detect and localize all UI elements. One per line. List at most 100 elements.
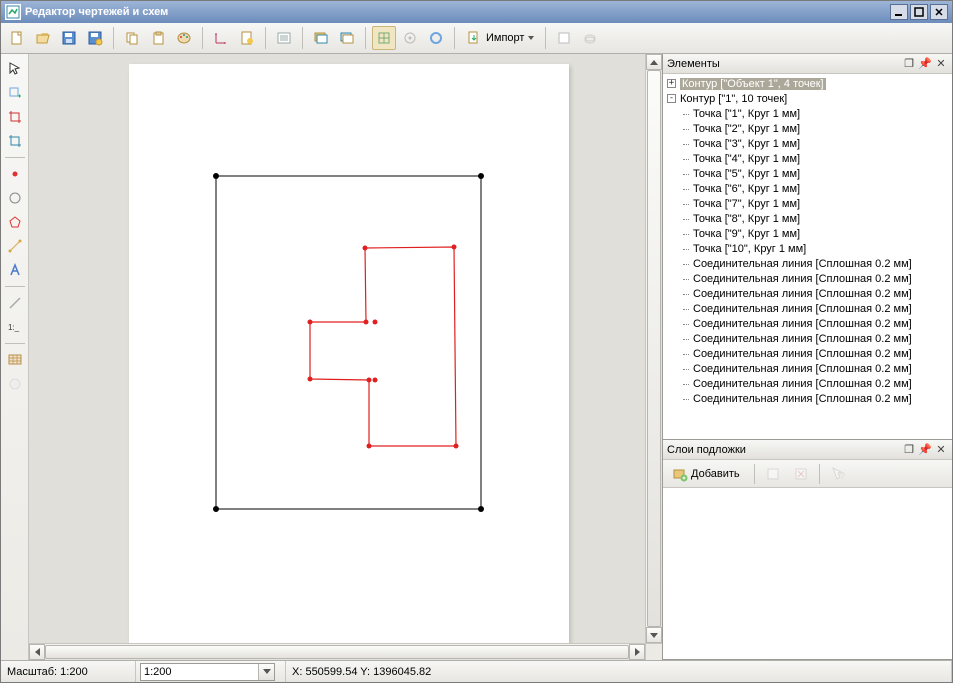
polygon-tool[interactable] bbox=[4, 211, 26, 233]
tree-expand-icon[interactable]: + bbox=[667, 79, 676, 88]
layer-b-button[interactable] bbox=[335, 26, 359, 50]
tree-row[interactable]: Точка ["1", Круг 1 мм] bbox=[663, 106, 952, 121]
layers-add-button[interactable]: Добавить bbox=[667, 463, 748, 485]
snap-button[interactable] bbox=[398, 26, 422, 50]
main-toolbar: Импорт bbox=[1, 23, 952, 54]
tree-row[interactable]: Точка ["7", Круг 1 мм] bbox=[663, 196, 952, 211]
tree-row[interactable]: Соединительная линия [Сплошная 0.2 мм] bbox=[663, 271, 952, 286]
line-tool[interactable] bbox=[4, 235, 26, 257]
tree-row[interactable]: Соединительная линия [Сплошная 0.2 мм] bbox=[663, 316, 952, 331]
settings-button[interactable] bbox=[424, 26, 448, 50]
elements-dock-button[interactable]: ❐ bbox=[902, 57, 916, 71]
save-button[interactable] bbox=[57, 26, 81, 50]
contour-plus-tool[interactable] bbox=[4, 82, 26, 104]
layers-info-button[interactable]: ? bbox=[826, 463, 850, 485]
tree-row[interactable]: Точка ["3", Круг 1 мм] bbox=[663, 136, 952, 151]
page-props-button[interactable] bbox=[235, 26, 259, 50]
crop-b-tool[interactable] bbox=[4, 130, 26, 152]
layers-edit-button[interactable] bbox=[761, 463, 785, 485]
tree-row[interactable]: Точка ["6", Круг 1 мм] bbox=[663, 181, 952, 196]
layers-pin-button[interactable]: 📌 bbox=[918, 443, 932, 457]
elements-tree[interactable]: +Контур ["Объект 1", 4 точек]-Контур ["1… bbox=[663, 74, 952, 439]
tree-row[interactable]: Точка ["4", Круг 1 мм] bbox=[663, 151, 952, 166]
close-button[interactable] bbox=[930, 4, 948, 20]
layers-list[interactable] bbox=[663, 488, 952, 659]
tree-row[interactable]: Соединительная линия [Сплошная 0.2 мм] bbox=[663, 256, 952, 271]
crop-a-tool[interactable] bbox=[4, 106, 26, 128]
tree-label: Соединительная линия [Сплошная 0.2 мм] bbox=[693, 333, 912, 345]
scrollbar-horizontal[interactable] bbox=[29, 643, 645, 660]
tree-row[interactable]: Точка ["8", Круг 1 мм] bbox=[663, 211, 952, 226]
tree-collapse-icon[interactable]: - bbox=[667, 94, 676, 103]
paste-button[interactable] bbox=[146, 26, 170, 50]
layer-a-button[interactable] bbox=[309, 26, 333, 50]
layers-delete-button[interactable] bbox=[789, 463, 813, 485]
tree-row[interactable]: Соединительная линия [Сплошная 0.2 мм] bbox=[663, 376, 952, 391]
status-coords: X: 550599.54 Y: 1396045.82 bbox=[286, 661, 952, 682]
tree-row[interactable]: -Контур ["1", 10 точек] bbox=[663, 91, 952, 106]
chevron-down-icon bbox=[528, 36, 534, 40]
import-label: Импорт bbox=[486, 32, 524, 44]
tree-row[interactable]: Точка ["9", Круг 1 мм] bbox=[663, 226, 952, 241]
tree-row[interactable]: Соединительная линия [Сплошная 0.2 мм] bbox=[663, 301, 952, 316]
scroll-up-button[interactable] bbox=[646, 54, 662, 70]
new-doc-button[interactable] bbox=[5, 26, 29, 50]
tool-palette: 1:_ bbox=[1, 54, 29, 660]
export-b-button[interactable] bbox=[578, 26, 602, 50]
saveas-button[interactable] bbox=[83, 26, 107, 50]
axes-button[interactable] bbox=[209, 26, 233, 50]
circle-tool[interactable] bbox=[4, 187, 26, 209]
tree-row[interactable]: +Контур ["Объект 1", 4 точек] bbox=[663, 76, 952, 91]
point-tool[interactable] bbox=[4, 163, 26, 185]
svg-text:?: ? bbox=[840, 471, 845, 481]
layers-close-button[interactable]: ✕ bbox=[934, 443, 948, 457]
tree-label: Соединительная линия [Сплошная 0.2 мм] bbox=[693, 363, 912, 375]
tree-label: Точка ["3", Круг 1 мм] bbox=[693, 138, 800, 150]
elements-pin-button[interactable]: 📌 bbox=[918, 57, 932, 71]
tree-row[interactable]: Точка ["10", Круг 1 мм] bbox=[663, 241, 952, 256]
scroll-right-button[interactable] bbox=[629, 644, 645, 660]
tree-row[interactable]: Соединительная линия [Сплошная 0.2 мм] bbox=[663, 391, 952, 406]
layers-dock-button[interactable]: ❐ bbox=[902, 443, 916, 457]
tree-row[interactable]: Соединительная линия [Сплошная 0.2 мм] bbox=[663, 346, 952, 361]
tree-label: Контур ["1", 10 точек] bbox=[680, 93, 787, 105]
maximize-button[interactable] bbox=[910, 4, 928, 20]
tree-label: Соединительная линия [Сплошная 0.2 мм] bbox=[693, 258, 912, 270]
elements-close-button[interactable]: ✕ bbox=[934, 57, 948, 71]
tree-row[interactable]: Соединительная линия [Сплошная 0.2 мм] bbox=[663, 286, 952, 301]
main-area: 1:_ bbox=[1, 54, 952, 660]
open-button[interactable] bbox=[31, 26, 55, 50]
list-button[interactable] bbox=[272, 26, 296, 50]
titlebar: Редактор чертежей и схем bbox=[1, 1, 952, 23]
measure-tool[interactable] bbox=[4, 292, 26, 314]
scroll-left-button[interactable] bbox=[29, 644, 45, 660]
palette-button[interactable] bbox=[172, 26, 196, 50]
grid-tool[interactable] bbox=[4, 349, 26, 371]
text-tool[interactable] bbox=[4, 259, 26, 281]
scale-value: 1:200 bbox=[144, 666, 172, 678]
tree-row[interactable]: Точка ["5", Круг 1 мм] bbox=[663, 166, 952, 181]
copy-button[interactable] bbox=[120, 26, 144, 50]
scale-combobox[interactable]: 1:200 bbox=[140, 663, 275, 681]
tree-row[interactable]: Соединительная линия [Сплошная 0.2 мм] bbox=[663, 361, 952, 376]
tree-label: Точка ["2", Круг 1 мм] bbox=[693, 123, 800, 135]
scale-ratio-tool[interactable]: 1:_ bbox=[4, 316, 26, 338]
tree-label: Соединительная линия [Сплошная 0.2 мм] bbox=[693, 303, 912, 315]
drawing-paper bbox=[129, 64, 569, 643]
grid-toggle-button[interactable] bbox=[372, 26, 396, 50]
elements-title: Элементы bbox=[667, 58, 900, 70]
drawing-svg bbox=[129, 64, 569, 643]
disabled-tool[interactable] bbox=[4, 373, 26, 395]
layers-title: Слои подложки bbox=[667, 444, 900, 456]
tree-row[interactable]: Соединительная линия [Сплошная 0.2 мм] bbox=[663, 331, 952, 346]
minimize-button[interactable] bbox=[890, 4, 908, 20]
canvas-viewport[interactable] bbox=[29, 54, 645, 643]
import-dropdown[interactable]: Импорт bbox=[461, 26, 539, 50]
scroll-down-button[interactable] bbox=[646, 627, 662, 643]
export-a-button[interactable] bbox=[552, 26, 576, 50]
scrollbar-vertical[interactable] bbox=[645, 54, 662, 643]
select-tool[interactable] bbox=[4, 58, 26, 80]
scale-dropdown-button[interactable] bbox=[258, 664, 274, 680]
tree-label: Соединительная линия [Сплошная 0.2 мм] bbox=[693, 318, 912, 330]
tree-row[interactable]: Точка ["2", Круг 1 мм] bbox=[663, 121, 952, 136]
